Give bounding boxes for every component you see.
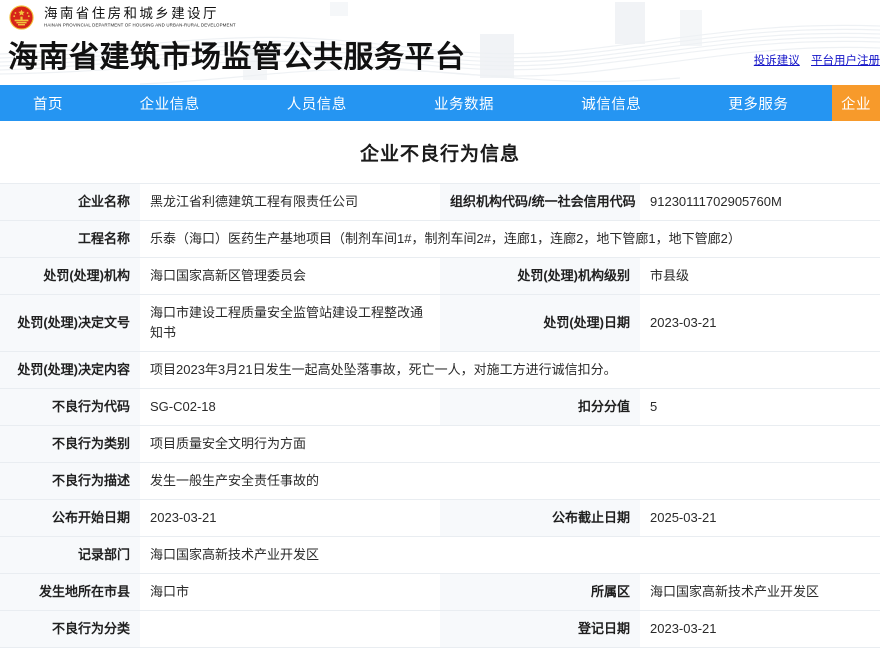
row-value-decision-content: 项目2023年3月21日发生一起高处坠落事故，死亡一人，对施工方进行诚信扣分。 bbox=[140, 351, 880, 389]
row-label-misconduct-description: 不良行为描述 bbox=[0, 462, 140, 500]
nav-item-personnel-info[interactable]: 人员信息 bbox=[243, 85, 390, 121]
row-value-registration-date: 2023-03-21 bbox=[640, 610, 880, 648]
department-name-cn: 海南省住房和城乡建设厅 bbox=[44, 6, 219, 21]
header-links: 投诉建议 平台用户注册 bbox=[746, 52, 880, 68]
row-label-misconduct-category: 不良行为类别 bbox=[0, 425, 140, 463]
table-row: 发生地所在市县 海口市 所属区 海口国家高新技术产业开发区 bbox=[0, 573, 880, 611]
table-row: 处罚(处理)决定文号 海口市建设工程质量安全监管站建设工程整改通知书 处罚(处理… bbox=[0, 294, 880, 352]
page-title: 企业不良行为信息 bbox=[0, 121, 880, 183]
main-navigation: 首页 企业信息 人员信息 业务数据 诚信信息 更多服务 企业 bbox=[0, 85, 880, 121]
nav-item-credit-info[interactable]: 诚信信息 bbox=[538, 85, 685, 121]
row-label-publish-start-date: 公布开始日期 bbox=[0, 499, 140, 537]
nav-item-enterprise-info[interactable]: 企业信息 bbox=[96, 85, 243, 121]
national-emblem-icon bbox=[9, 4, 34, 30]
row-value-record-department: 海口国家高新技术产业开发区 bbox=[140, 536, 880, 574]
platform-title: 海南省建筑市场监管公共服务平台 bbox=[8, 41, 466, 74]
row-label-misconduct-classification: 不良行为分类 bbox=[0, 610, 140, 648]
row-label-registration-date: 登记日期 bbox=[440, 610, 640, 648]
nav-item-business-data[interactable]: 业务数据 bbox=[390, 85, 537, 121]
row-value-misconduct-description: 发生一般生产安全责任事故的 bbox=[140, 462, 880, 500]
row-value-punish-date: 2023-03-21 bbox=[640, 294, 880, 352]
department-name-en: HAINAN PROVINCIAL DEPARTMENT OF HOUSING … bbox=[44, 22, 236, 28]
table-row: 不良行为分类 登记日期 2023-03-21 bbox=[0, 610, 880, 648]
row-value-credit-code: 91230111702905760M bbox=[640, 183, 880, 221]
nav-list: 首页 企业信息 人员信息 业务数据 诚信信息 更多服务 bbox=[0, 85, 832, 121]
table-row: 工程名称 乐泰（海口）医药生产基地项目（制剂车间1#，制剂车间2#，连廊1，连廊… bbox=[0, 220, 880, 258]
table-row: 企业名称 黑龙江省利德建筑工程有限责任公司 组织机构代码/统一社会信用代码 91… bbox=[0, 183, 880, 221]
row-value-misconduct-category: 项目质量安全文明行为方面 bbox=[140, 425, 880, 463]
table-row: 处罚(处理)机构 海口国家高新区管理委员会 处罚(处理)机构级别 市县级 bbox=[0, 257, 880, 295]
row-label-punish-org: 处罚(处理)机构 bbox=[0, 257, 140, 295]
row-label-punish-date: 处罚(处理)日期 bbox=[440, 294, 640, 352]
nav-enterprise-cta-button[interactable]: 企业 bbox=[832, 85, 880, 121]
table-row: 不良行为描述 发生一般生产安全责任事故的 bbox=[0, 462, 880, 500]
row-label-project-name: 工程名称 bbox=[0, 220, 140, 258]
row-value-deduction-score: 5 bbox=[640, 388, 880, 426]
row-value-punish-org-level: 市县级 bbox=[640, 257, 880, 295]
row-label-punish-org-level: 处罚(处理)机构级别 bbox=[440, 257, 640, 295]
row-label-misconduct-code: 不良行为代码 bbox=[0, 388, 140, 426]
row-value-company-name: 黑龙江省利德建筑工程有限责任公司 bbox=[140, 183, 440, 221]
row-label-record-department: 记录部门 bbox=[0, 536, 140, 574]
row-value-occurrence-city: 海口市 bbox=[140, 573, 440, 611]
site-header: 海南省住房和城乡建设厅 HAINAN PROVINCIAL DEPARTMENT… bbox=[0, 0, 880, 85]
table-row: 不良行为类别 项目质量安全文明行为方面 bbox=[0, 425, 880, 463]
complaint-suggestion-link[interactable]: 投诉建议 bbox=[754, 55, 800, 67]
row-value-punish-org: 海口国家高新区管理委员会 bbox=[140, 257, 440, 295]
row-value-misconduct-code: SG-C02-18 bbox=[140, 388, 440, 426]
row-value-project-name: 乐泰（海口）医药生产基地项目（制剂车间1#，制剂车间2#，连廊1，连廊2，地下管… bbox=[140, 220, 880, 258]
row-label-credit-code: 组织机构代码/统一社会信用代码 bbox=[440, 183, 640, 221]
row-value-decision-number: 海口市建设工程质量安全监管站建设工程整改通知书 bbox=[140, 294, 440, 352]
row-label-company-name: 企业名称 bbox=[0, 183, 140, 221]
row-label-district: 所属区 bbox=[440, 573, 640, 611]
table-row: 记录部门 海口国家高新技术产业开发区 bbox=[0, 536, 880, 574]
enterprise-misconduct-table: 企业名称 黑龙江省利德建筑工程有限责任公司 组织机构代码/统一社会信用代码 91… bbox=[0, 183, 880, 648]
row-value-publish-end-date: 2025-03-21 bbox=[640, 499, 880, 537]
row-value-district: 海口国家高新技术产业开发区 bbox=[640, 573, 880, 611]
table-row: 不良行为代码 SG-C02-18 扣分分值 5 bbox=[0, 388, 880, 426]
row-value-publish-start-date: 2023-03-21 bbox=[140, 499, 440, 537]
table-row: 处罚(处理)决定内容 项目2023年3月21日发生一起高处坠落事故，死亡一人，对… bbox=[0, 351, 880, 389]
nav-item-more-services[interactable]: 更多服务 bbox=[685, 85, 832, 121]
table-row: 公布开始日期 2023-03-21 公布截止日期 2025-03-21 bbox=[0, 499, 880, 537]
row-label-occurrence-city: 发生地所在市县 bbox=[0, 573, 140, 611]
header-brand: 海南省住房和城乡建设厅 HAINAN PROVINCIAL DEPARTMENT… bbox=[0, 0, 880, 30]
row-label-decision-content: 处罚(处理)决定内容 bbox=[0, 351, 140, 389]
row-value-misconduct-classification bbox=[140, 610, 440, 648]
nav-item-home[interactable]: 首页 bbox=[0, 85, 96, 121]
row-label-deduction-score: 扣分分值 bbox=[440, 388, 640, 426]
platform-user-register-link[interactable]: 平台用户注册 bbox=[811, 55, 880, 67]
row-label-publish-end-date: 公布截止日期 bbox=[440, 499, 640, 537]
row-label-decision-number: 处罚(处理)决定文号 bbox=[0, 294, 140, 352]
